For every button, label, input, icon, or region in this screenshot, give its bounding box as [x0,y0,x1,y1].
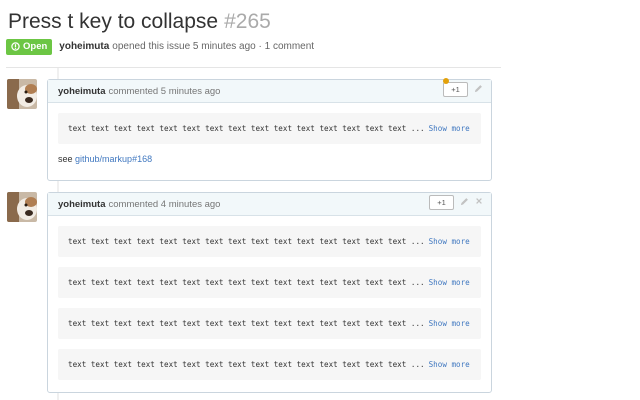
close-icon[interactable] [475,197,483,208]
comment-header: yoheimuta commented 4 minutes ago +1 [48,193,491,216]
avatar[interactable] [7,192,37,222]
code-text: text text text text text text text text … [68,124,425,133]
code-block: text text text text text text text text … [58,267,481,298]
code-text: text text text text text text text text … [68,237,425,246]
code-block: text text text text text text text text … [58,308,481,339]
show-more-link[interactable]: Show more [429,124,470,133]
comment-body: text text text text text text text text … [48,216,491,388]
code-block: text text text text text text text text … [58,226,481,257]
issue-title-text: Press t key to collapse [8,10,219,33]
comment-actions: +1 [443,78,483,97]
comment-box: yoheimuta commented 5 minutes ago +1 tex… [47,78,492,181]
header-divider [6,67,501,68]
comment-actions: +1 [429,195,483,210]
code-block: text text text text text text text text … [58,113,481,144]
comment-time[interactable]: commented 5 minutes ago [109,86,221,97]
issue-number: #265 [224,10,271,33]
issue-opened-text: opened this issue 5 minutes ago · 1 comm… [112,41,315,52]
issue-opened-icon [11,42,20,51]
comment-author[interactable]: yoheimuta [58,86,106,97]
reaction-wrap: +1 [443,78,468,97]
comment-body: text text text text text text text text … [48,103,491,172]
state-badge: Open [6,38,53,55]
plus-one-button[interactable]: +1 [429,195,454,210]
avatar[interactable] [7,79,37,109]
issue-title: Press t key to collapse #265 [8,9,271,35]
pencil-icon[interactable] [460,197,469,209]
notification-dot [443,78,449,84]
code-block: text text text text text text text text … [58,349,481,380]
see-prefix: see [58,154,73,164]
reference-link[interactable]: github/markup#168 [75,154,152,164]
see-line: see github/markup#168 [58,154,481,164]
show-more-link[interactable]: Show more [429,319,470,328]
show-more-link[interactable]: Show more [429,360,470,369]
code-text: text text text text text text text text … [68,360,425,369]
code-text: text text text text text text text text … [68,319,425,328]
code-text: text text text text text text text text … [68,278,425,287]
comment-author[interactable]: yoheimuta [58,199,106,210]
comment-header: yoheimuta commented 5 minutes ago +1 [48,78,491,103]
pencil-icon[interactable] [474,84,483,96]
comment-time[interactable]: commented 4 minutes ago [109,199,221,210]
issue-author[interactable]: yoheimuta [59,41,109,52]
show-more-link[interactable]: Show more [429,278,470,287]
comment-box: yoheimuta commented 4 minutes ago +1 tex… [47,192,492,393]
issue-meta: Open yoheimuta opened this issue 5 minut… [6,38,314,55]
show-more-link[interactable]: Show more [429,237,470,246]
state-label: Open [23,41,48,52]
plus-one-button[interactable]: +1 [443,82,468,97]
